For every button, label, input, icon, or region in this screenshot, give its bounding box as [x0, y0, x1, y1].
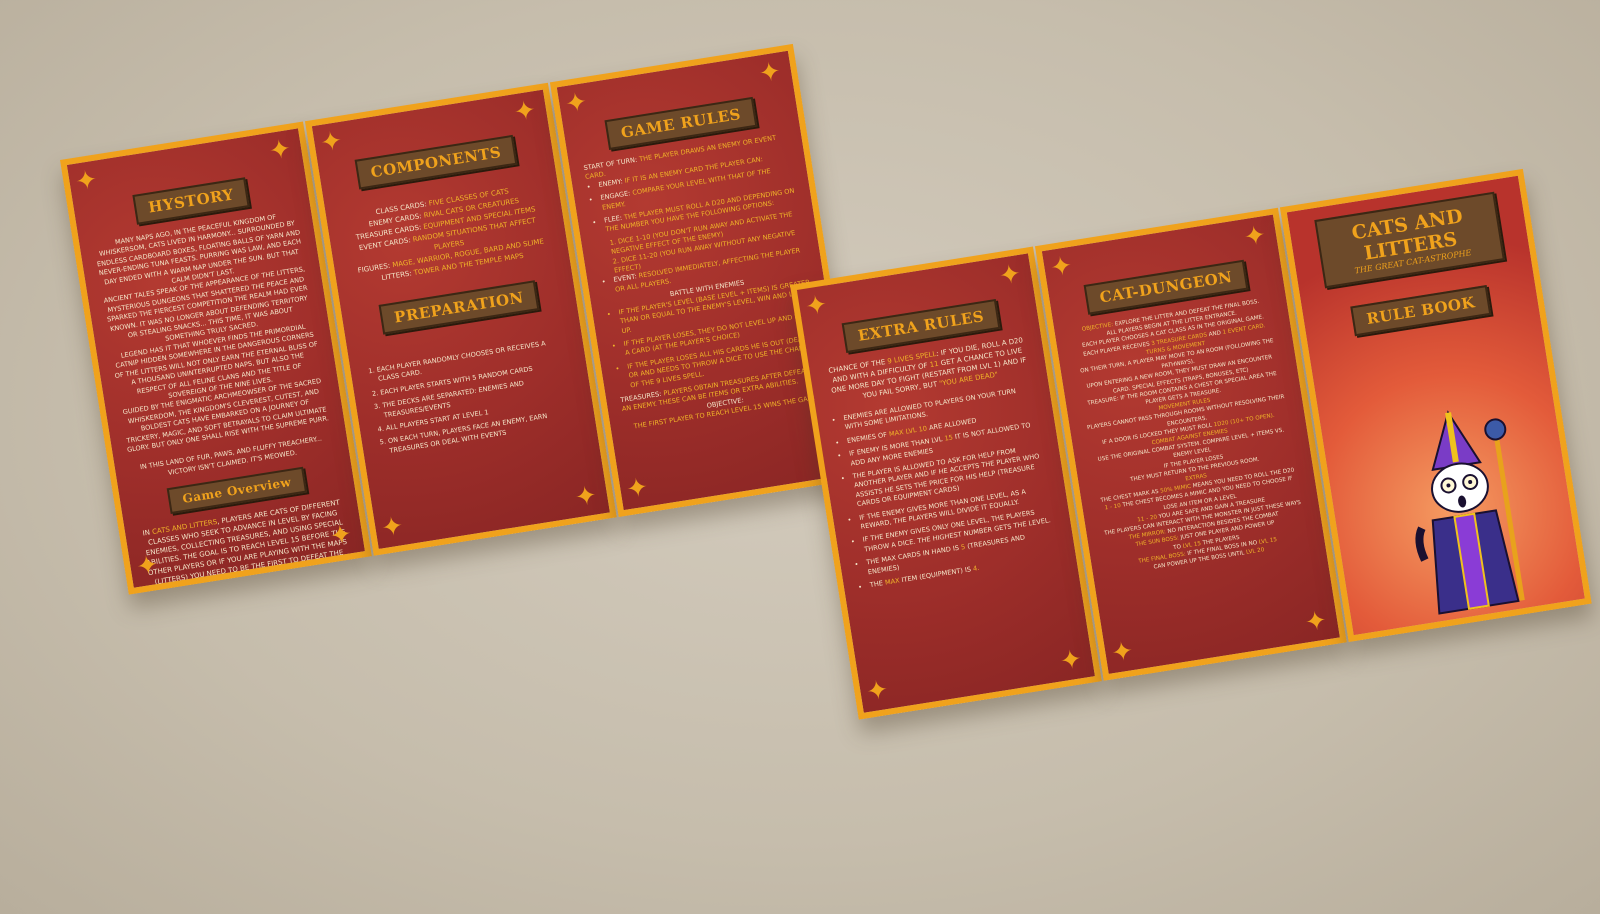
star-icon: ✦: [1302, 605, 1330, 639]
star-icon: ✦: [511, 95, 539, 129]
cat-bishop-illustration: [1415, 410, 1525, 615]
left-brochure: ✦ ✦ ✦ ✦ HYSTORY MANY NAPS AGO, IN THE PE…: [60, 41, 876, 595]
star-icon: ✦: [73, 164, 100, 198]
star-icon: ✦: [803, 289, 830, 323]
history-title: HYSTORY: [132, 177, 250, 225]
star-icon: ✦: [379, 510, 406, 545]
star-icon: ✦: [134, 549, 161, 583]
star-icon: ✦: [864, 674, 891, 708]
star-icon: ✦: [1241, 220, 1269, 254]
star-icon: ✦: [1109, 635, 1136, 670]
star-icon: ✦: [997, 258, 1024, 292]
star-icon: ✦: [328, 519, 355, 553]
rule-book-label: RULE BOOK: [1350, 285, 1491, 337]
cover-logo: CATS AND LITTERS THE GREAT CAT-ASTROPHE: [1314, 191, 1505, 289]
star-icon: ✦: [756, 56, 784, 90]
right-brochure: ✦ ✦ ✦ ✦ EXTRA RULES CHANCE OF THE 9 LIVE…: [790, 166, 1600, 720]
star-icon: ✦: [1058, 644, 1085, 678]
dungeon-objective: OBJECTIVE: EXPLORE THE LITTER AND DEFEAT…: [1079, 298, 1302, 571]
star-icon: ✦: [267, 133, 294, 167]
star-icon: ✦: [563, 86, 590, 121]
star-icon: ✦: [1048, 250, 1075, 284]
star-icon: ✦: [318, 125, 345, 159]
star-icon: ✦: [624, 472, 651, 506]
star-icon: ✦: [572, 480, 600, 514]
